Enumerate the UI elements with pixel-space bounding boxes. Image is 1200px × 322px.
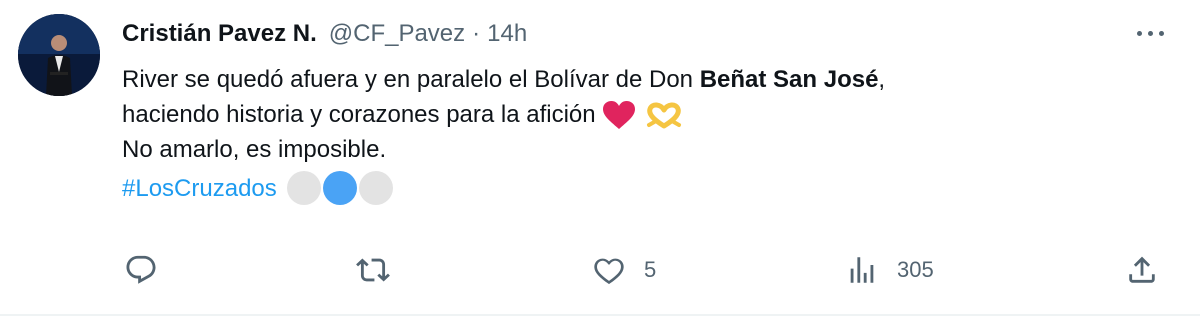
mention-bold: Beñat San José — [699, 66, 879, 93]
tweet-text-part: , — [878, 66, 886, 93]
heart-icon — [594, 258, 624, 285]
red-heart-emoji-icon — [602, 100, 636, 130]
like-count: 5 — [644, 257, 657, 282]
share-button[interactable] — [1125, 252, 1159, 288]
tweet-text: River se quedó afuera y en paralelo el B… — [122, 62, 1162, 209]
grey-circle-icon — [358, 171, 393, 205]
divider — [0, 314, 1200, 316]
tweet-actions: 5 305 — [0, 252, 1200, 288]
avatar-photo — [18, 14, 100, 96]
tweet-text-part: River se quedó afuera y en paralelo el B… — [122, 66, 700, 93]
flag-circles-emoji-icon — [286, 171, 393, 205]
tweet-line-3: No amarlo, es imposible. — [122, 132, 1162, 167]
author-name[interactable]: Cristián Pavez N. — [122, 20, 317, 48]
share-icon — [1129, 256, 1155, 283]
views-count: 305 — [897, 257, 934, 282]
tweet-line-2: haciendo historia y corazones para la af… — [122, 97, 1162, 132]
more-options-icon[interactable] — [1130, 20, 1170, 46]
reply-icon — [126, 255, 156, 284]
tweet-text-part: haciendo historia y corazones para la af… — [122, 101, 596, 128]
tweet-line-1: River se quedó afuera y en paralelo el B… — [122, 62, 1162, 97]
reply-button[interactable] — [124, 252, 158, 288]
grey-circle-icon — [286, 171, 321, 205]
separator-dot: · — [472, 20, 481, 47]
tweet-text-part: No amarlo, es imposible. — [122, 136, 387, 163]
retweet-button[interactable] — [355, 252, 391, 288]
tweet-card[interactable]: Cristián Pavez N. @CF_Pavez · 14h River … — [0, 0, 1200, 322]
analytics-icon — [850, 257, 874, 283]
retweet-icon — [356, 258, 390, 282]
like-button[interactable]: 5 — [592, 252, 656, 288]
views-button[interactable]: 305 — [845, 252, 934, 288]
author-handle[interactable]: @CF_Pavez — [329, 20, 465, 48]
hashtag-link[interactable]: #LosCruzados — [122, 171, 277, 206]
timestamp[interactable]: 14h — [487, 20, 527, 48]
tweet-header: Cristián Pavez N. @CF_Pavez · 14h — [122, 17, 527, 51]
tweet-line-4: #LosCruzados — [122, 167, 1162, 209]
heart-hands-emoji-icon — [646, 101, 682, 129]
blue-circle-icon — [322, 171, 357, 205]
avatar[interactable] — [18, 14, 100, 96]
